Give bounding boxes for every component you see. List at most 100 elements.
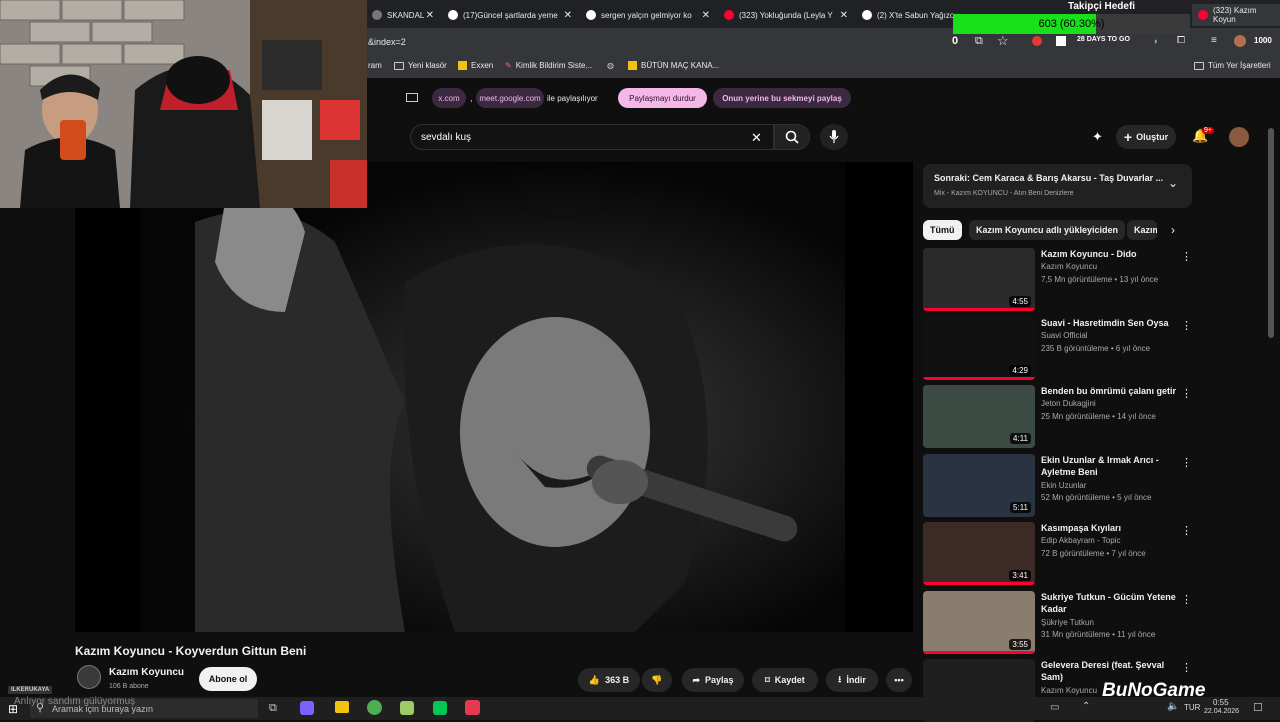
recommendation-meta: 52 Mn görüntüleme • 5 yıl önce [1041,493,1152,502]
video-thumbnail[interactable]: 3:55 [923,591,1035,654]
recommendation-channel[interactable]: Ekin Uzunlar [1041,481,1086,490]
video-thumbnail[interactable]: 3:41 [923,522,1035,585]
url-text[interactable]: &index=2 [368,37,406,47]
close-icon[interactable]: ✕ [840,10,848,21]
all-bookmarks[interactable]: Tüm Yer İşaretleri [1194,61,1271,70]
chrome-icon[interactable] [367,700,382,715]
recommendation-title[interactable]: Benden bu ömrümü çalanı getir [1041,385,1179,397]
chip-more[interactable]: Kazım [1127,220,1157,240]
recommendation-channel[interactable]: Şükriye Tutkun [1041,618,1094,627]
volume-icon[interactable]: 🔈 [1167,701,1179,712]
recommendation-item[interactable]: 4:29 Suavi - Hasretimdin Sen Oysa Suavi Of… [923,317,1193,380]
bookmark-item[interactable]: ✎ Kimlik Bildirim Siste... [505,61,592,70]
kebab-menu-icon[interactable]: ⋮ [1181,250,1192,263]
kebab-menu-icon[interactable]: ⋮ [1181,456,1192,469]
more-actions-button[interactable]: ••• [886,668,912,692]
recommendation-title[interactable]: Sukriye Tutkun - Gücüm Yetene Kadar [1041,591,1179,615]
tab-6-active[interactable]: (323) Kazım Koyun [1192,4,1280,26]
tab-2[interactable]: (17)Güncel şartlarda yeme ✕ [442,4,576,26]
tab-5[interactable]: (2) X'te Sabun Yağızo [856,4,956,26]
subscribe-button[interactable]: Abone ol [199,667,257,691]
account-avatar[interactable] [1229,127,1249,147]
recommendation-title[interactable]: Suavi - Hasretimdin Sen Oysa [1041,317,1179,329]
video-thumbnail[interactable]: 4:11 [923,385,1035,448]
extension-countdown[interactable]: 28 DAYS TO GO [1077,36,1130,43]
chevron-right-icon[interactable]: › [1171,223,1175,237]
page-scrollbar[interactable] [1268,128,1274,338]
notification-center-icon[interactable]: ☐ [1253,701,1263,714]
file-explorer-icon[interactable] [335,701,349,713]
share-this-tab-button[interactable]: Onun yerine bu sekmeyi paylaş [713,88,851,108]
language-indicator[interactable]: TUR [1184,703,1200,712]
download-button[interactable]: ⭳ İndir [826,668,878,692]
clock-time[interactable]: 0:55 [1213,698,1229,707]
chip-all[interactable]: Tümü [923,220,962,240]
bookmark-item[interactable]: Exxen [458,61,493,70]
video-thumbnail[interactable]: 4:55 [923,248,1035,311]
video-player[interactable] [75,162,913,632]
recommendation-item[interactable]: 4:11 Benden bu ömrümü çalanı getir Jeton D… [923,385,1193,448]
bookmark-item[interactable]: BÜTÜN MAÇ KANA... [628,61,719,70]
recommendation-item[interactable]: 4:55 Kazım Koyuncu - Dido Kazım Koyuncu 7,5… [923,248,1193,311]
recommendation-title[interactable]: Kazım Koyuncu - Dido [1041,248,1179,260]
recommendation-channel[interactable]: Suavi Official [1041,331,1088,340]
tray-icon[interactable]: ▭ [1050,702,1059,713]
bookmark-item[interactable]: ram [368,61,382,70]
kebab-menu-icon[interactable]: ⋮ [1181,319,1192,332]
create-button[interactable]: + Oluştur [1116,125,1176,149]
kebab-menu-icon[interactable]: ⋮ [1181,524,1192,537]
video-thumbnail[interactable]: 4:29 [923,317,1035,380]
recommendation-item[interactable]: 5:11 Ekin Uzunlar & Irmak Arıcı - Ayletme… [923,454,1193,517]
app-icon[interactable] [300,701,314,715]
chevron-down-icon[interactable]: ⌄ [1168,176,1178,190]
tab-3[interactable]: sergen yalçın gelmiyor ko ✕ [580,4,714,26]
extension-blue-icon[interactable]: ◗ [1153,36,1158,46]
kebab-menu-icon[interactable]: ⋮ [1181,387,1192,400]
task-view-icon[interactable]: ⧉ [269,702,277,715]
cast-icon[interactable]: ⧉ [975,35,983,48]
app-icon[interactable] [433,701,447,715]
recommendation-channel[interactable]: Kazım Koyuncu [1041,262,1097,271]
video-thumbnail[interactable]: 5:11 [923,454,1035,517]
bookmark-item[interactable]: ◍ [607,61,614,70]
tab-4[interactable]: (323) Yokluğunda (Leyla Y ✕ [718,4,852,26]
search-input[interactable]: sevdalı kuş ✕ [410,124,774,150]
close-icon[interactable]: ✕ [702,10,710,21]
save-button[interactable]: ⌑ Kaydet [752,668,818,692]
search-button[interactable] [774,124,810,150]
recommendation-title[interactable]: Ekin Uzunlar & Irmak Arıcı - Ayletme Ben… [1041,454,1179,478]
recommendation-item[interactable]: 3:55 Sukriye Tutkun - Gücüm Yetene Kadar Ş… [923,591,1193,654]
obs-icon[interactable] [465,700,480,715]
channel-avatar[interactable] [77,665,101,689]
channel-name[interactable]: Kazım Koyuncu [109,667,184,678]
kebab-menu-icon[interactable]: ⋮ [1181,661,1192,674]
close-icon[interactable]: ✕ [564,10,572,21]
cast-icon[interactable]: ✦ [1092,129,1103,145]
recommendation-channel[interactable]: Kazım Koyuncu [1041,686,1097,695]
clear-search-icon[interactable]: ✕ [751,130,762,146]
app-icon[interactable] [400,701,414,715]
reading-list-icon[interactable]: ≡ [1211,35,1217,46]
extension-white-icon[interactable] [1056,36,1066,46]
bookmark-folder[interactable]: Yeni klasör [394,61,447,70]
stop-sharing-button[interactable]: Paylaşmayı durdur [618,88,707,108]
recommendation-title[interactable]: Kasımpaşa Kıyıları [1041,522,1179,534]
recommendation-channel[interactable]: Jeton Dukagjini [1041,399,1096,408]
extensions-puzzle-icon[interactable]: ⧠ [1177,35,1185,46]
recommendation-item[interactable]: 3:41 Kasımpaşa Kıyıları Edip Akbayram - To… [923,522,1193,585]
chip-uploader[interactable]: Kazım Koyuncu adlı yükleyiciden [969,220,1126,240]
mix-playlist-panel[interactable]: Sonraki: Cem Karaca & Barış Akarsu - Taş… [923,164,1192,208]
like-button[interactable]: 👍 363 B [578,668,640,692]
tab-1[interactable]: SKANDAL ✕ [366,4,438,26]
extension-red-icon[interactable] [1032,36,1042,46]
profile-avatar[interactable] [1234,35,1246,47]
voice-search-button[interactable] [820,124,848,150]
clock-date[interactable]: 22.04.2026 [1204,708,1239,715]
bookmark-star-icon[interactable]: ☆ [997,33,1009,49]
share-button[interactable]: ➦ Paylaş [682,668,744,692]
tray-chevron-icon[interactable]: ⌃ [1082,701,1090,712]
kebab-menu-icon[interactable]: ⋮ [1181,593,1192,606]
recommendation-channel[interactable]: Edip Akbayram - Topic [1041,536,1120,545]
close-icon[interactable]: ✕ [426,10,434,21]
dislike-button[interactable]: 👎 [642,668,672,692]
